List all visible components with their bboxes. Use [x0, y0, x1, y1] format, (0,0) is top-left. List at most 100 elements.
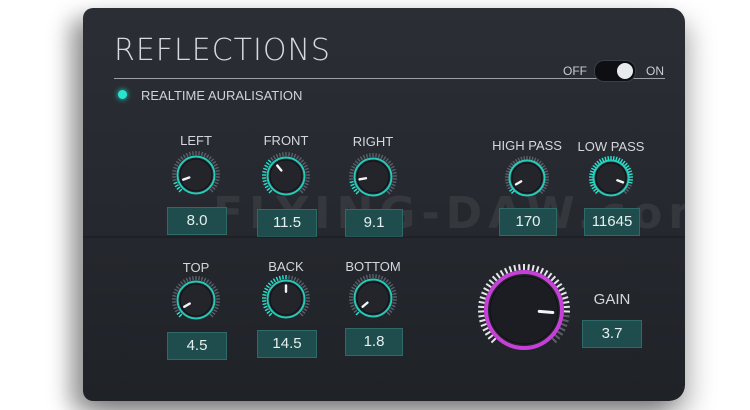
- knob-tick: [182, 279, 187, 284]
- back-value-field[interactable]: 14.5: [257, 330, 317, 358]
- knob-tick: [375, 274, 378, 279]
- knob-tick: [174, 309, 179, 313]
- knob-tick: [541, 164, 546, 169]
- knob-tick: [547, 272, 553, 279]
- knob-tick: [589, 173, 594, 176]
- knob-tick: [211, 311, 216, 316]
- knob-tick: [278, 275, 282, 280]
- knob-tick: [387, 281, 392, 286]
- knob-tick: [542, 167, 548, 171]
- knob-tick: [214, 166, 219, 170]
- knob-tick: [520, 156, 523, 161]
- knob-tick: [539, 267, 545, 275]
- back-knob[interactable]: [256, 269, 316, 329]
- knob-tick: [355, 311, 360, 316]
- knob-tick: [275, 276, 279, 281]
- reflections-panel: REFLECTIONS OFF ON REALTIME AURALISATION…: [83, 8, 685, 401]
- knob-tick: [185, 277, 189, 282]
- knob-tick: [482, 327, 489, 332]
- left-knob[interactable]: [166, 145, 226, 205]
- knob-tick: [535, 266, 540, 273]
- knob-tick: [385, 279, 389, 284]
- knob-tick: [507, 186, 512, 190]
- top-knob[interactable]: [166, 270, 226, 330]
- high-pass-value-field[interactable]: 170: [499, 208, 557, 236]
- bottom-knob[interactable]: [343, 268, 403, 328]
- knob-tick: [290, 152, 294, 157]
- top-value-field[interactable]: 4.5: [167, 332, 227, 360]
- knob-tick: [627, 170, 633, 173]
- knob-tick: [621, 160, 626, 165]
- knob-tick: [262, 302, 267, 306]
- knob-tick: [278, 152, 282, 157]
- knob-tick: [300, 282, 305, 287]
- knob-tick: [264, 164, 269, 168]
- knob-tick: [391, 289, 396, 293]
- low-pass-knob[interactable]: [583, 150, 639, 206]
- knob-tick: [349, 171, 354, 175]
- knob-tick: [298, 157, 302, 162]
- knob-tick: [557, 330, 564, 336]
- knob-tick: [591, 186, 596, 190]
- knob-tick: [270, 157, 274, 162]
- knob-tick: [389, 162, 394, 167]
- knob-tick: [176, 186, 181, 191]
- knob-tick: [174, 163, 179, 167]
- knob-tick: [386, 190, 391, 195]
- knob-tick: [368, 274, 371, 279]
- knob-tick: [354, 281, 359, 286]
- knob-tick: [177, 158, 182, 163]
- knob-tick: [375, 153, 378, 158]
- knob-tick: [270, 280, 274, 285]
- knob-tick: [388, 309, 393, 314]
- knob-tick: [262, 293, 267, 297]
- knob-tick: [389, 283, 394, 288]
- bottom-value-field[interactable]: 1.8: [345, 328, 403, 356]
- knob-tick: [392, 180, 397, 184]
- right-value-field[interactable]: 9.1: [345, 209, 403, 237]
- knob-tick: [510, 162, 515, 167]
- high-pass-knob[interactable]: [499, 150, 555, 206]
- knob-tick: [200, 151, 204, 156]
- knob-tick: [359, 277, 364, 282]
- front-value-field[interactable]: 11.5: [257, 209, 317, 237]
- knob-tick: [300, 159, 305, 164]
- knob-tick: [540, 188, 545, 192]
- knob-tick: [275, 153, 279, 158]
- knob-tick: [505, 173, 510, 176]
- knob-tick: [212, 160, 217, 165]
- knob-tick: [268, 189, 273, 194]
- power-toggle-switch[interactable]: [594, 60, 636, 82]
- knob-tick: [392, 301, 397, 305]
- front-knob[interactable]: [256, 146, 316, 206]
- auralisation-led[interactable]: [118, 90, 127, 99]
- knob-tick: [272, 278, 277, 283]
- knob-tick: [281, 152, 284, 157]
- low-pass-value-field[interactable]: 11645: [584, 208, 640, 236]
- knob-tick: [554, 334, 561, 340]
- knob-tick: [368, 153, 371, 158]
- knob-body: [356, 281, 390, 315]
- knob-tick: [385, 158, 389, 163]
- knob-tick: [556, 282, 563, 289]
- gain-knob[interactable]: [472, 258, 576, 362]
- knob-tick: [301, 310, 306, 315]
- knob-tick: [380, 275, 384, 280]
- knob-pointer: [358, 177, 368, 181]
- knob-tick: [265, 161, 270, 166]
- knob-tick: [601, 157, 605, 162]
- knob-tick: [596, 160, 601, 165]
- knob-tick: [623, 190, 628, 195]
- knob-tick: [543, 269, 549, 277]
- left-value-field[interactable]: 8.0: [167, 207, 227, 235]
- knob-tick: [210, 158, 215, 163]
- knob-tick: [590, 167, 596, 171]
- knob-body: [595, 162, 627, 194]
- knob-tick: [544, 181, 549, 184]
- knob-body: [269, 159, 303, 193]
- knob-tick: [205, 154, 210, 159]
- right-knob[interactable]: [343, 147, 403, 207]
- knob-tick: [513, 264, 517, 272]
- gain-value-field[interactable]: 3.7: [582, 320, 642, 348]
- knob-tick: [487, 334, 494, 340]
